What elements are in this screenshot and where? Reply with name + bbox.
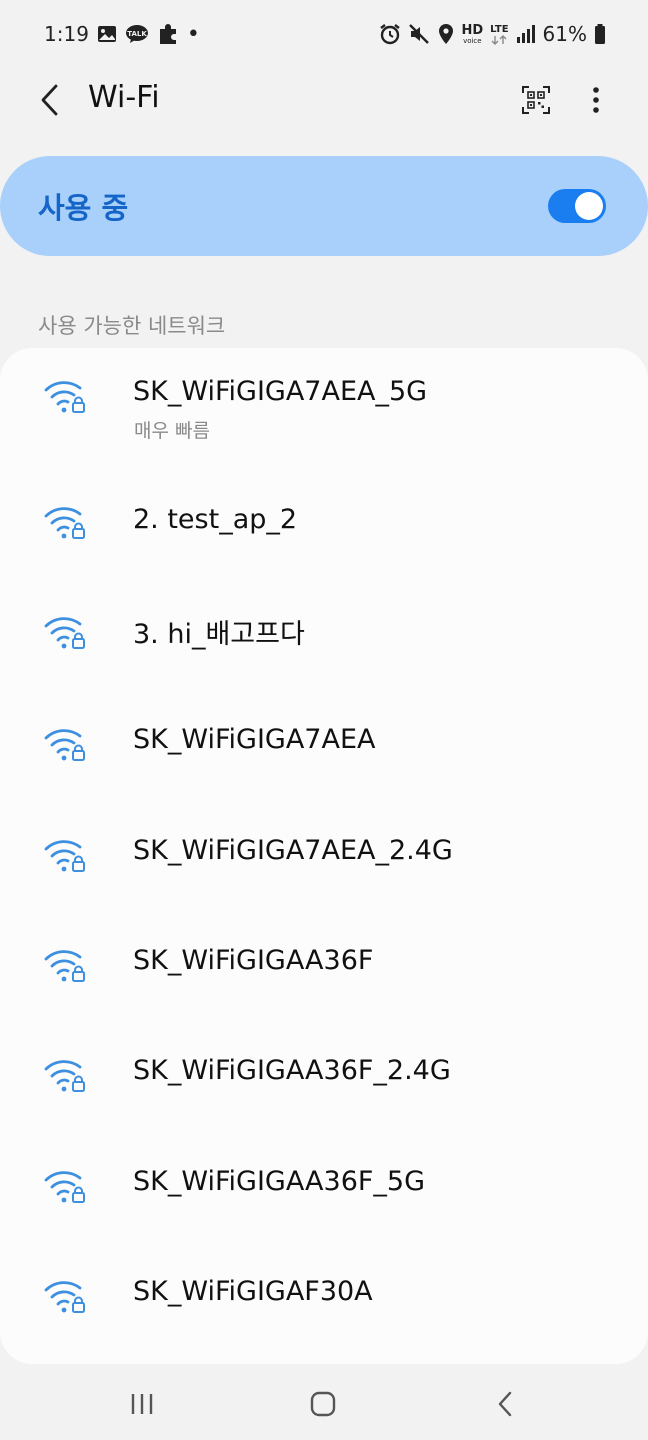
network-item[interactable]: SK_WiFiGIGAA36F_5G [0, 1130, 648, 1240]
voice-label: voice [463, 36, 482, 45]
app-bar: Wi-Fi [0, 68, 648, 134]
status-right: HD voice LTE 61% [379, 22, 607, 46]
more-options-button[interactable] [578, 82, 614, 118]
network-name: SK_WiFiGIGAA36F_5G [133, 1166, 426, 1197]
signal-icon [516, 24, 536, 44]
status-time: 1:19 [44, 22, 89, 46]
wifi-lock-icon [44, 950, 85, 982]
wifi-master-switch-card[interactable]: 사용 중 [0, 156, 648, 256]
status-left: 1:19 TALK • [44, 22, 200, 47]
mute-icon [408, 23, 430, 45]
network-item[interactable]: SK_WiFiGIGAA36F_2.4G [0, 1019, 648, 1129]
more-vertical-icon [593, 87, 599, 113]
puzzle-icon [157, 23, 179, 45]
network-item[interactable]: SK_WiFiGIGAA36F [0, 909, 648, 1019]
wifi-lock-icon [44, 381, 85, 413]
lte-icon: LTE [490, 23, 509, 45]
home-icon [310, 1391, 336, 1417]
hd-label: HD [461, 22, 484, 38]
wifi-lock-icon [44, 729, 85, 761]
wifi-lock-icon [44, 1060, 85, 1092]
battery-percent: 61% [542, 22, 587, 46]
home-button[interactable] [303, 1384, 343, 1424]
page-title: Wi-Fi [88, 80, 160, 115]
toggle-knob [575, 192, 603, 220]
recent-apps-icon [131, 1394, 153, 1414]
network-name: SK_WiFiGIGA7AEA_5G [133, 376, 428, 407]
network-name: 2. test_ap_2 [133, 504, 298, 535]
kakaotalk-icon: TALK [125, 24, 149, 44]
network-speed: 매우 빠름 [134, 420, 210, 442]
wifi-lock-icon [44, 617, 85, 649]
available-networks-header: 사용 가능한 네트워크 [38, 314, 226, 338]
nav-back-icon [498, 1391, 512, 1417]
network-name: 3. hi_배고프다 [133, 619, 305, 650]
wifi-lock-icon [44, 507, 85, 539]
network-item[interactable]: 3. hi_배고프다 [0, 578, 648, 688]
network-name: SK_WiFiGIGAA36F_2.4G [133, 1055, 451, 1086]
wifi-lock-icon [44, 1281, 85, 1313]
network-name: SK_WiFiGIGA7AEA [133, 724, 376, 755]
network-name: SK_WiFiGIGA7AEA_2.4G [133, 835, 453, 866]
network-name: SK_WiFiGIGAA36F [133, 945, 374, 976]
status-dot: • [186, 21, 200, 47]
wifi-lock-icon [44, 1171, 85, 1203]
qr-scan-button[interactable] [518, 82, 554, 118]
status-bar: 1:19 TALK • HD voice LTE 61% [0, 0, 648, 68]
lte-label: LTE [490, 23, 509, 35]
gallery-icon [97, 25, 117, 43]
network-item[interactable]: 2. test_ap_2 [0, 468, 648, 578]
network-name: SK_WiFiGIGAF30A [133, 1276, 373, 1307]
wifi-toggle[interactable] [548, 189, 606, 223]
location-icon [437, 23, 455, 45]
alarm-icon [379, 23, 401, 45]
network-item[interactable]: SK_WiFiGIGA7AEA_2.4G [0, 799, 648, 909]
qr-code-icon [522, 86, 550, 114]
navigation-bar [0, 1364, 648, 1440]
network-item[interactable]: SK_WiFiGIGA7AEA_5G 매우 빠름 [0, 348, 648, 458]
network-item[interactable]: SK_WiFiGIGAF30A [0, 1240, 648, 1350]
nav-back-button[interactable] [485, 1384, 525, 1424]
recent-apps-button[interactable] [122, 1384, 162, 1424]
battery-icon [594, 23, 606, 45]
network-item[interactable]: SK_WiFiGIGA7AEA [0, 688, 648, 798]
network-list: SK_WiFiGIGA7AEA_5G 매우 빠름 2. test_ap_2 3.… [0, 348, 648, 1364]
chevron-left-icon [41, 84, 58, 116]
hd-voice-icon: HD voice [462, 24, 484, 45]
kakao-text: TALK [127, 30, 147, 38]
wifi-lock-icon [44, 840, 85, 872]
master-switch-label: 사용 중 [38, 191, 129, 225]
back-button[interactable] [32, 82, 68, 118]
